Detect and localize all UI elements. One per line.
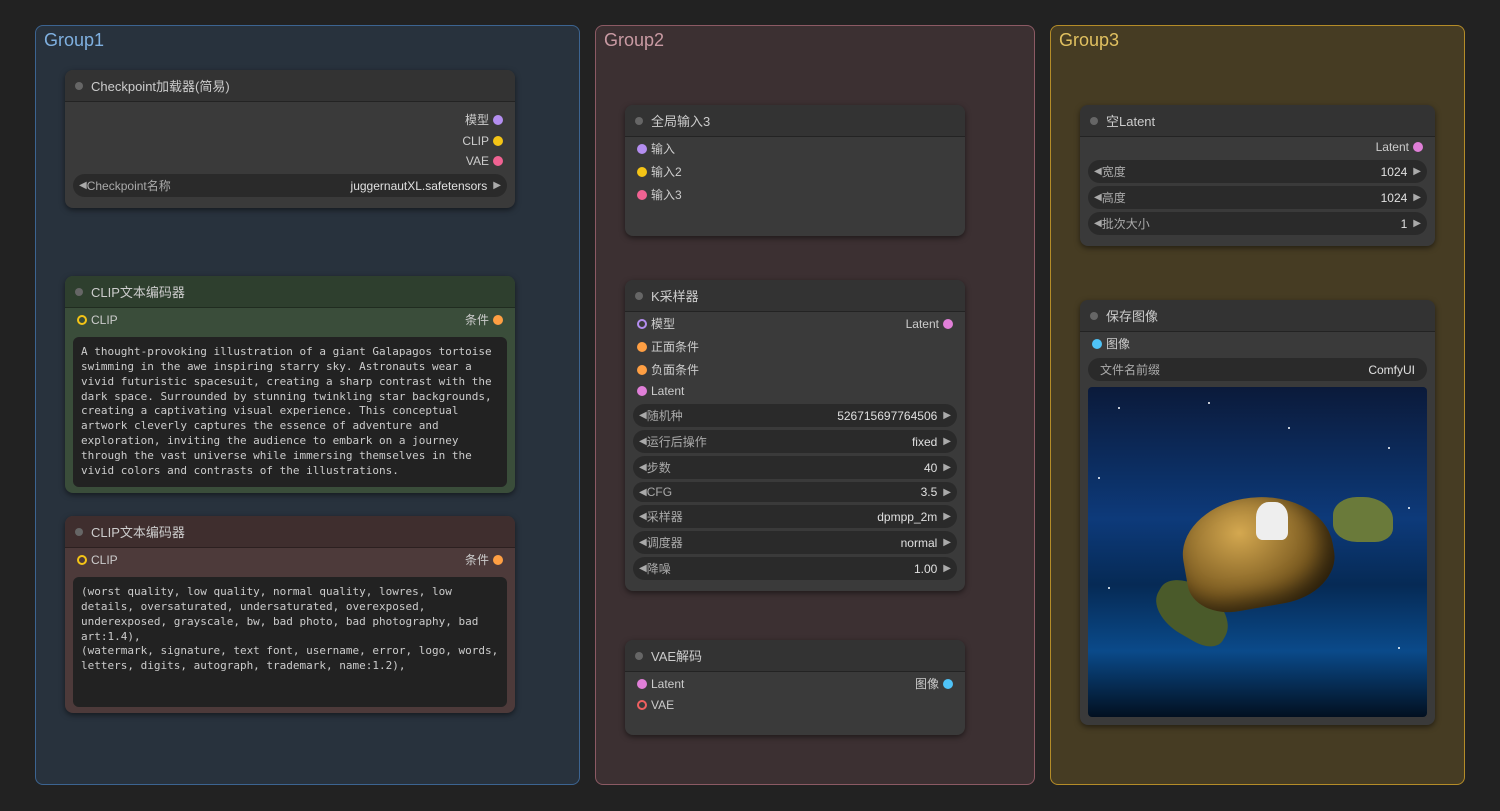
batch-widget[interactable]: ◀批次大小1▶ bbox=[1088, 212, 1427, 235]
socket-pos-in[interactable] bbox=[637, 342, 647, 352]
in-clip: CLIP bbox=[91, 313, 118, 327]
chevron-right-icon[interactable]: ▶ bbox=[493, 180, 501, 191]
node-empty-latent[interactable]: 空Latent Latent ◀宽度1024▶ ◀高度1024▶ ◀批次大小1▶ bbox=[1080, 105, 1435, 246]
output-image-preview bbox=[1088, 387, 1427, 717]
out-cond: 条件 bbox=[465, 551, 489, 568]
width-widget[interactable]: ◀宽度1024▶ bbox=[1088, 160, 1427, 183]
socket-image-out[interactable] bbox=[943, 679, 953, 689]
node-checkpoint-loader[interactable]: Checkpoint加载器(简易) 模型 CLIP VAE ◀ Checkpoi… bbox=[65, 70, 515, 208]
socket-latent-in[interactable] bbox=[637, 679, 647, 689]
socket-model[interactable] bbox=[493, 115, 503, 125]
node-global-inputs[interactable]: 全局输入3 输入 输入2 输入3 bbox=[625, 105, 965, 236]
after-widget[interactable]: ◀运行后操作fixed▶ bbox=[633, 430, 957, 453]
negative-prompt-text[interactable]: (worst quality, low quality, normal qual… bbox=[73, 577, 507, 707]
denoise-widget[interactable]: ◀降噪1.00▶ bbox=[633, 557, 957, 580]
height-widget[interactable]: ◀高度1024▶ bbox=[1088, 186, 1427, 209]
socket-image-in[interactable] bbox=[1092, 339, 1102, 349]
node-ksampler[interactable]: K采样器 模型 Latent 正面条件 负面条件 Latent ◀随机种5267… bbox=[625, 280, 965, 591]
socket-clip[interactable] bbox=[493, 136, 503, 146]
socket-cond-out[interactable] bbox=[493, 315, 503, 325]
out-clip: CLIP bbox=[462, 134, 489, 148]
checkpoint-name-widget[interactable]: ◀ Checkpoint名称 juggernautXL.safetensors … bbox=[73, 174, 507, 197]
node-title: 保存图像 bbox=[1106, 306, 1158, 325]
socket-model-in[interactable] bbox=[637, 319, 647, 329]
socket-clip-in[interactable] bbox=[77, 315, 87, 325]
group1-title: Group1 bbox=[44, 30, 104, 51]
node-vae-decode[interactable]: VAE解码 Latent 图像 VAE bbox=[625, 640, 965, 735]
node-title: CLIP文本编码器 bbox=[91, 522, 185, 541]
node-title: 空Latent bbox=[1106, 111, 1155, 130]
socket-latent-out[interactable] bbox=[1413, 142, 1423, 152]
socket-latent-out[interactable] bbox=[943, 319, 953, 329]
seed-widget[interactable]: ◀随机种526715697764506▶ bbox=[633, 404, 957, 427]
node-title: K采样器 bbox=[651, 286, 699, 305]
node-title: 全局输入3 bbox=[651, 111, 710, 130]
scheduler-widget[interactable]: ◀调度器normal▶ bbox=[633, 531, 957, 554]
node-title: CLIP文本编码器 bbox=[91, 282, 185, 301]
socket-cond-out[interactable] bbox=[493, 555, 503, 565]
out-cond: 条件 bbox=[465, 311, 489, 328]
chevron-left-icon[interactable]: ◀ bbox=[79, 180, 87, 191]
group2-title: Group2 bbox=[604, 30, 664, 51]
node-clip-encode-negative[interactable]: CLIP文本编码器 CLIP 条件 (worst quality, low qu… bbox=[65, 516, 515, 713]
node-save-image[interactable]: 保存图像 图像 文件名前缀ComfyUI bbox=[1080, 300, 1435, 725]
steps-widget[interactable]: ◀步数40▶ bbox=[633, 456, 957, 479]
socket-in1[interactable] bbox=[637, 144, 647, 154]
socket-vae[interactable] bbox=[493, 156, 503, 166]
socket-in2[interactable] bbox=[637, 167, 647, 177]
out-vae: VAE bbox=[466, 154, 489, 168]
positive-prompt-text[interactable]: A thought-provoking illustration of a gi… bbox=[73, 337, 507, 487]
in-clip: CLIP bbox=[91, 553, 118, 567]
node-clip-encode-positive[interactable]: CLIP文本编码器 CLIP 条件 A thought-provoking il… bbox=[65, 276, 515, 493]
node-title: VAE解码 bbox=[651, 646, 702, 665]
socket-neg-in[interactable] bbox=[637, 365, 647, 375]
socket-clip-in[interactable] bbox=[77, 555, 87, 565]
group3-title: Group3 bbox=[1059, 30, 1119, 51]
socket-latent-in[interactable] bbox=[637, 386, 647, 396]
sampler-widget[interactable]: ◀采样器dpmpp_2m▶ bbox=[633, 505, 957, 528]
out-model: 模型 bbox=[465, 111, 489, 128]
node-title: Checkpoint加载器(简易) bbox=[91, 76, 230, 95]
filename-prefix-widget[interactable]: 文件名前缀ComfyUI bbox=[1088, 358, 1427, 381]
socket-vae-in[interactable] bbox=[637, 700, 647, 710]
socket-in3[interactable] bbox=[637, 190, 647, 200]
cfg-widget[interactable]: ◀CFG3.5▶ bbox=[633, 482, 957, 502]
